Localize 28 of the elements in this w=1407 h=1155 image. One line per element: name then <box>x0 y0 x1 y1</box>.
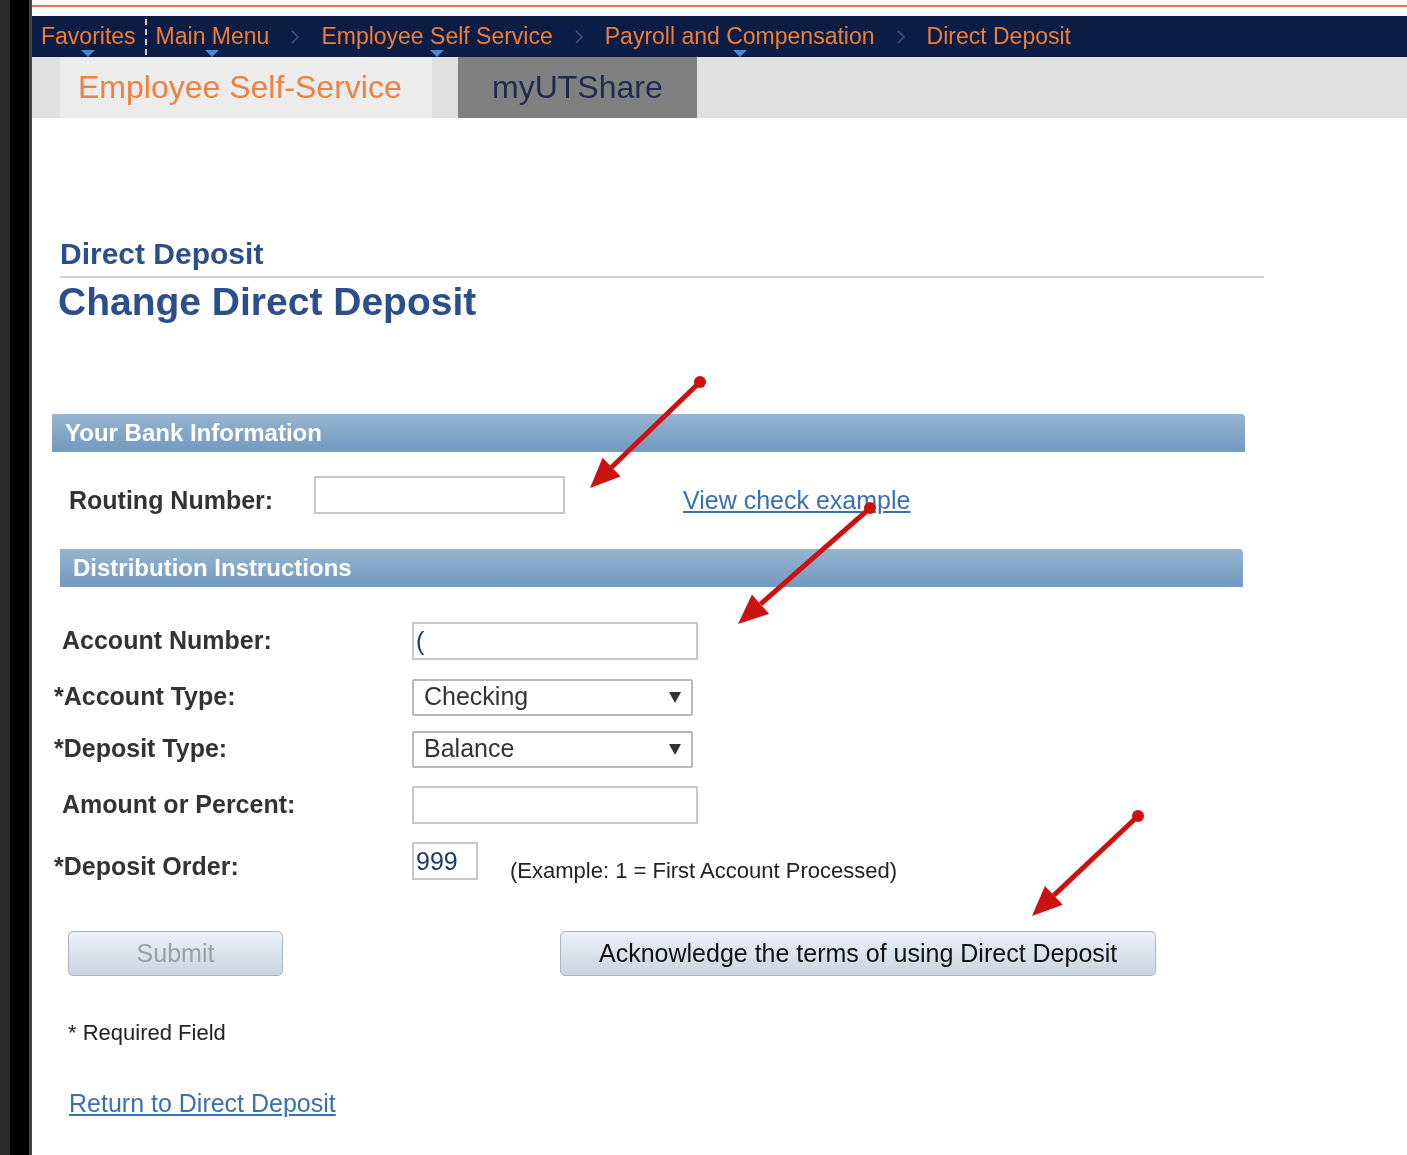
chevron-right-icon <box>573 28 584 45</box>
chevron-right-icon <box>895 28 906 45</box>
field-label: Account Number: <box>62 625 273 657</box>
section-header: Your Bank Information <box>52 414 1245 452</box>
deposit-order-field[interactable]: 999 <box>412 842 478 880</box>
dropdown-select[interactable]: Checking <box>412 678 693 716</box>
page-title: Direct Deposit <box>60 236 1264 278</box>
input-field[interactable] <box>412 786 698 824</box>
input-field[interactable]: ( <box>412 622 698 660</box>
acknowledge-button[interactable]: Acknowledge the terms of using Direct Deposit <box>560 931 1157 976</box>
field-label: *Account Type: <box>54 681 237 713</box>
view-check-example-link[interactable]: View check example <box>683 481 911 520</box>
breadcrumb-link[interactable]: Direct Deposit <box>925 16 1072 57</box>
chevron-right-icon <box>290 28 301 45</box>
required-field-note: * Required Field <box>68 1019 226 1047</box>
dropdown-arrow-icon <box>669 691 681 703</box>
tab[interactable]: myUTShare <box>458 57 697 118</box>
field-label: Routing Number: <box>69 484 275 516</box>
section-header: Distribution Instructions <box>60 549 1243 587</box>
page-subtitle: Change Direct Deposit <box>58 279 478 325</box>
field-label: Amount or Percent: <box>62 789 297 821</box>
hint-text: (Example: 1 = First Account Processed) <box>510 856 897 885</box>
return-to-direct-deposit-link[interactable]: Return to Direct Deposit <box>69 1085 336 1123</box>
routing-number-field[interactable] <box>314 475 565 514</box>
field-label: *Deposit Order: <box>54 851 240 883</box>
dropdown-select[interactable]: Balance <box>412 730 693 768</box>
field-label: *Deposit Type: <box>54 733 229 765</box>
dropdown-arrow-icon <box>669 743 681 755</box>
